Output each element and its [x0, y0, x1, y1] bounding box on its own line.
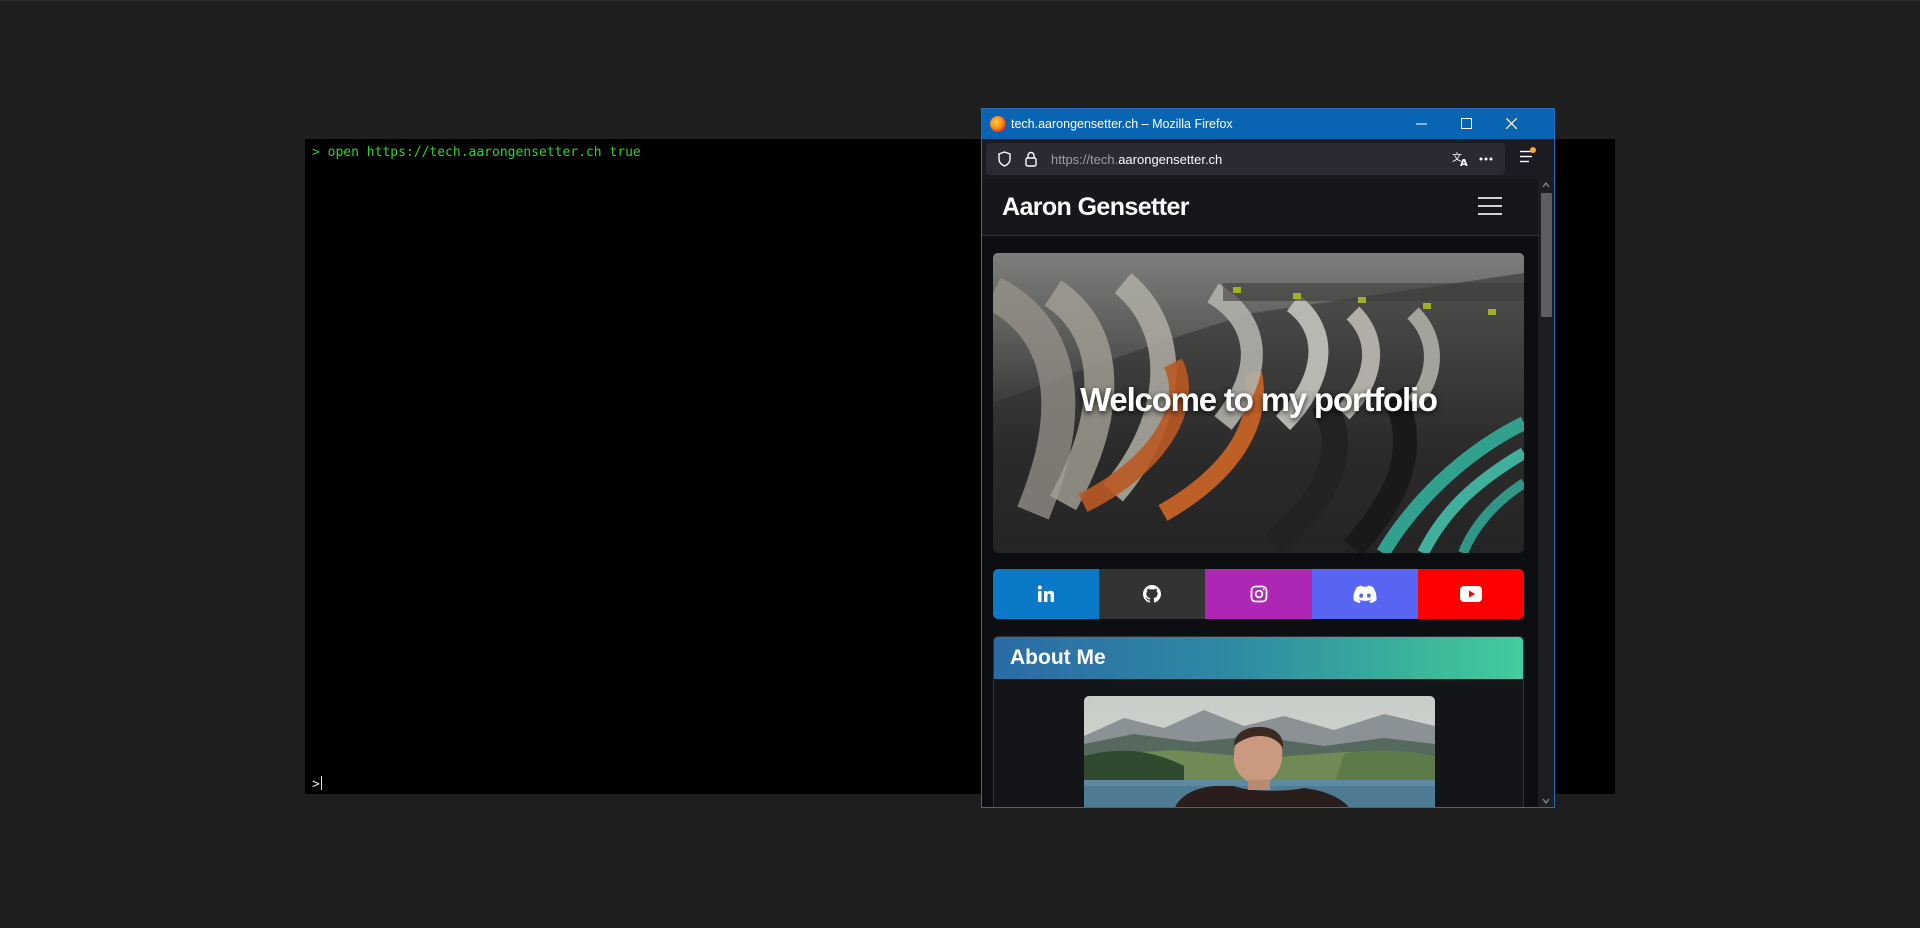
firefox-icon — [990, 116, 1006, 132]
terminal-prompt[interactable]: > — [312, 776, 322, 792]
window-titlebar[interactable]: tech.aarongensetter.ch – Mozilla Firefox — [982, 109, 1554, 139]
profile-photo — [1084, 696, 1435, 807]
linkedin-button[interactable] — [993, 569, 1100, 619]
page-scrollbar[interactable] — [1538, 179, 1554, 807]
url-host: aarongensetter.ch — [1118, 152, 1223, 167]
hamburger-line — [1478, 213, 1502, 215]
shield-icon[interactable] — [997, 151, 1012, 167]
instagram-button[interactable] — [1205, 569, 1312, 619]
notification-dot — [1530, 147, 1536, 153]
scrollbar-thumb[interactable] — [1541, 193, 1552, 317]
url-text[interactable]: https://tech.aarongensetter.ch — [1051, 152, 1222, 167]
hero-title: Welcome to my portfolio — [1080, 381, 1438, 418]
close-button[interactable] — [1489, 109, 1533, 139]
github-button[interactable] — [1099, 569, 1206, 619]
about-title: About Me — [994, 637, 1523, 679]
close-icon — [1505, 117, 1517, 130]
portrait-image — [1084, 696, 1435, 807]
scroll-up-icon[interactable] — [1542, 181, 1550, 189]
desktop: > open https://tech.aarongensetter.ch tr… — [0, 0, 1920, 928]
window-title: tech.aarongensetter.ch – Mozilla Firefox — [1011, 117, 1233, 131]
lock-icon[interactable] — [1024, 151, 1038, 167]
terminal-command-line: > open https://tech.aarongensetter.ch tr… — [312, 145, 641, 160]
github-icon — [1143, 585, 1162, 603]
linkedin-icon — [1037, 585, 1055, 602]
firefox-window[interactable]: tech.aarongensetter.ch – Mozilla Firefox… — [981, 108, 1555, 808]
site-brand[interactable]: Aaron Gensetter — [1002, 193, 1189, 222]
youtube-button[interactable] — [1417, 569, 1524, 619]
minimize-icon — [1415, 123, 1427, 125]
social-links — [993, 569, 1524, 619]
scroll-down-icon[interactable] — [1542, 797, 1550, 805]
prompt-symbol: > — [312, 777, 320, 792]
translate-icon[interactable]: 文A — [1452, 151, 1469, 167]
about-card: About Me — [993, 636, 1524, 807]
youtube-icon — [1459, 586, 1482, 602]
hamburger-line — [1478, 197, 1502, 199]
url-scheme: https://tech. — [1051, 152, 1119, 167]
maximize-icon — [1460, 118, 1472, 129]
more-icon[interactable] — [1478, 151, 1494, 167]
text-cursor — [320, 776, 322, 790]
discord-icon — [1353, 585, 1377, 603]
svg-text:A: A — [1460, 158, 1468, 167]
hamburger-line — [1478, 205, 1502, 207]
hero-banner: Welcome to my portfolio — [993, 253, 1524, 553]
browser-toolbar: https://tech.aarongensetter.ch 文A — [982, 139, 1554, 179]
hamburger-menu-icon[interactable] — [1478, 195, 1502, 217]
site-navbar: Aaron Gensetter — [982, 179, 1538, 236]
minimize-button[interactable] — [1399, 109, 1443, 139]
discord-button[interactable] — [1311, 569, 1418, 619]
instagram-icon — [1250, 585, 1267, 603]
page-viewport[interactable]: Aaron Gensetter Welcome to my portfolio … — [982, 179, 1538, 807]
url-bar[interactable]: https://tech.aarongensetter.ch 文A — [986, 143, 1505, 175]
maximize-button[interactable] — [1444, 109, 1488, 139]
